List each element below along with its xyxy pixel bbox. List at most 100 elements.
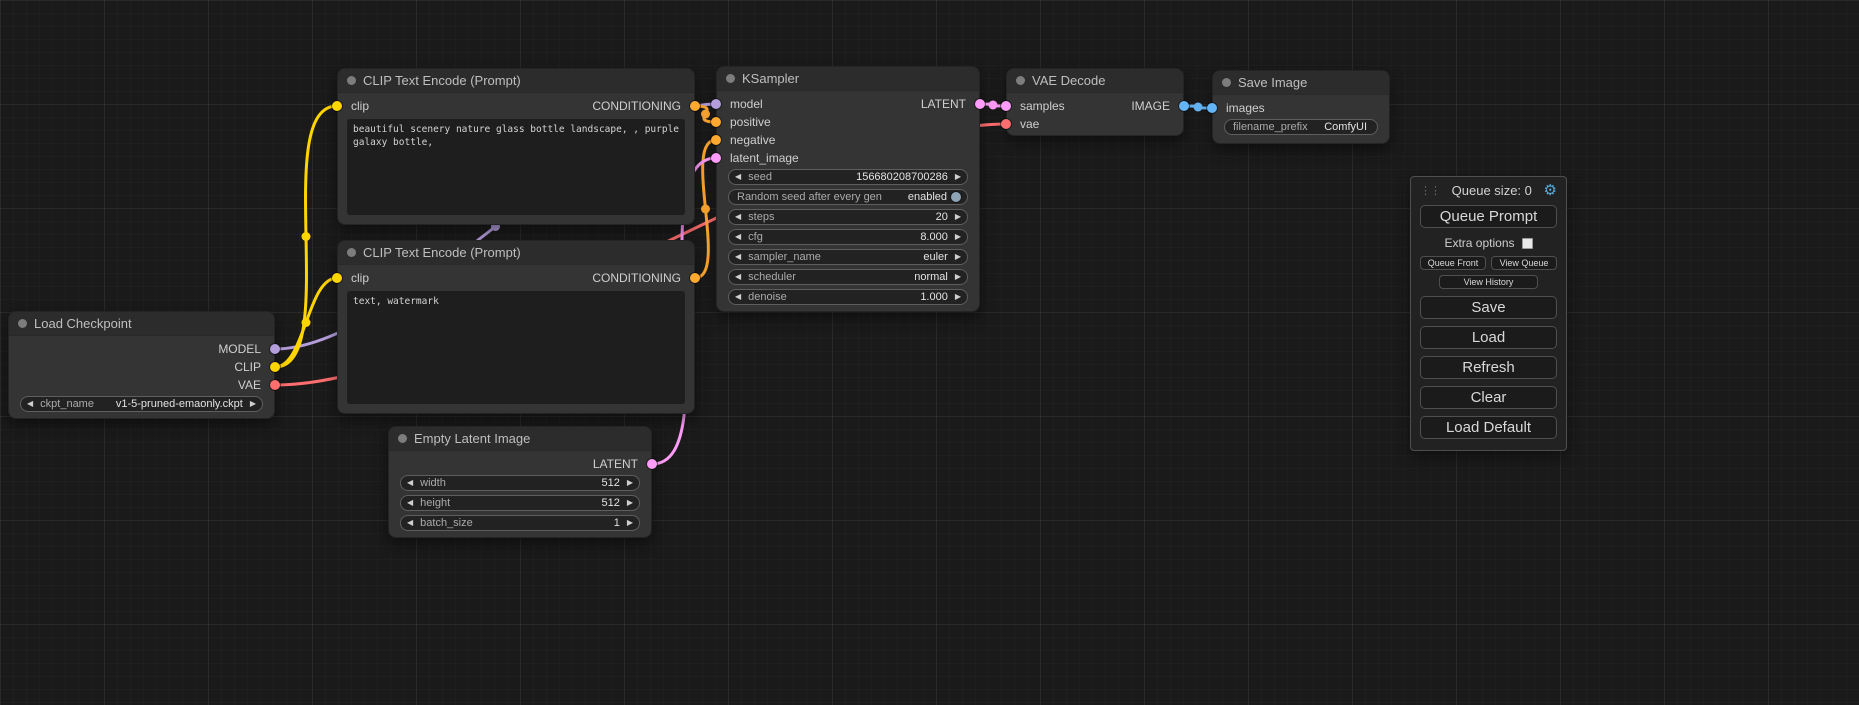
- decrement-icon[interactable]: ◀: [735, 253, 741, 261]
- decrement-icon[interactable]: ◀: [407, 479, 413, 487]
- collapse-dot[interactable]: [347, 248, 356, 257]
- clip-input-port[interactable]: [332, 273, 342, 283]
- node-title-bar[interactable]: VAE Decode: [1007, 69, 1183, 93]
- input-row-negative: negative: [717, 131, 979, 149]
- height-widget[interactable]: ◀ height 512 ▶: [400, 495, 640, 511]
- node-save-image[interactable]: Save Image images filename_prefix ComfyU…: [1212, 70, 1390, 144]
- port-label: clip: [351, 99, 369, 113]
- refresh-button[interactable]: Refresh: [1420, 356, 1557, 379]
- decrement-icon[interactable]: ◀: [735, 173, 741, 181]
- random-seed-widget[interactable]: Random seed after every gen enabled: [728, 189, 968, 205]
- increment-icon[interactable]: ▶: [627, 519, 633, 527]
- node-load-checkpoint[interactable]: Load Checkpoint MODEL CLIP VAE ◀ ckpt_na…: [8, 311, 275, 419]
- node-title-bar[interactable]: Save Image: [1213, 71, 1389, 95]
- widget-label: denoise: [748, 291, 787, 303]
- decrement-icon[interactable]: ◀: [735, 213, 741, 221]
- prompt-textarea[interactable]: beautiful scenery nature glass bottle la…: [347, 119, 685, 215]
- vae-output-port[interactable]: [270, 380, 280, 390]
- decrement-icon[interactable]: ◀: [735, 273, 741, 281]
- increment-icon[interactable]: ▶: [955, 273, 961, 281]
- input-row-positive: positive: [717, 113, 979, 131]
- queue-panel-header: ⋮⋮ Queue size: 0 ⚙: [1420, 183, 1557, 198]
- node-empty-latent-image[interactable]: Empty Latent Image LATENT ◀ width 512 ▶ …: [388, 426, 652, 538]
- conditioning-output-port[interactable]: [690, 273, 700, 283]
- load-button[interactable]: Load: [1420, 326, 1557, 349]
- vae-input-port[interactable]: [1001, 119, 1011, 129]
- sampler-name-widget[interactable]: ◀ sampler_name euler ▶: [728, 249, 968, 265]
- settings-gear-icon[interactable]: ⚙: [1544, 183, 1557, 198]
- queue-front-button[interactable]: Queue Front: [1420, 256, 1486, 270]
- increment-icon[interactable]: ▶: [955, 293, 961, 301]
- collapse-dot[interactable]: [1016, 76, 1025, 85]
- node-ksampler[interactable]: KSampler model LATENT positive negative …: [716, 66, 980, 312]
- collapse-dot[interactable]: [1222, 78, 1231, 87]
- clip-input-port[interactable]: [332, 101, 342, 111]
- view-history-button[interactable]: View History: [1439, 275, 1538, 289]
- increment-icon[interactable]: ▶: [627, 479, 633, 487]
- decrement-icon[interactable]: ◀: [27, 400, 33, 408]
- batch-size-widget[interactable]: ◀ batch_size 1 ▶: [400, 515, 640, 531]
- widget-label: batch_size: [420, 517, 473, 529]
- image-output-port[interactable]: [1179, 101, 1189, 111]
- queue-panel: ⋮⋮ Queue size: 0 ⚙ Queue Prompt Extra op…: [1410, 176, 1567, 451]
- random-seed-toggle-dot[interactable]: [951, 192, 961, 202]
- node-clip-text-encode-negative[interactable]: CLIP Text Encode (Prompt) clip CONDITION…: [337, 240, 695, 414]
- widget-label: seed: [748, 171, 772, 183]
- increment-icon[interactable]: ▶: [955, 233, 961, 241]
- collapse-dot[interactable]: [18, 319, 27, 328]
- widget-value: v1-5-pruned-emaonly.ckpt: [116, 398, 243, 410]
- width-widget[interactable]: ◀ width 512 ▶: [400, 475, 640, 491]
- extra-options-checkbox[interactable]: [1522, 238, 1533, 249]
- graph-canvas[interactable]: Load Checkpoint MODEL CLIP VAE ◀ ckpt_na…: [0, 0, 1859, 705]
- prompt-textarea[interactable]: text, watermark: [347, 291, 685, 404]
- load-default-button[interactable]: Load Default: [1420, 416, 1557, 439]
- port-row-model-latent: model LATENT: [717, 95, 979, 113]
- node-vae-decode[interactable]: VAE Decode samples IMAGE vae: [1006, 68, 1184, 136]
- positive-input-port[interactable]: [711, 117, 721, 127]
- conditioning-output-port[interactable]: [690, 101, 700, 111]
- collapse-dot[interactable]: [398, 434, 407, 443]
- negative-input-port[interactable]: [711, 135, 721, 145]
- collapse-dot[interactable]: [347, 76, 356, 85]
- latent-output-port[interactable]: [975, 99, 985, 109]
- drag-handle-icon[interactable]: ⋮⋮: [1420, 185, 1440, 196]
- decrement-icon[interactable]: ◀: [735, 233, 741, 241]
- latent-output-port[interactable]: [647, 459, 657, 469]
- node-title-bar[interactable]: Empty Latent Image: [389, 427, 651, 451]
- model-input-port[interactable]: [711, 99, 721, 109]
- node-title-bar[interactable]: CLIP Text Encode (Prompt): [338, 241, 694, 265]
- view-queue-button[interactable]: View Queue: [1491, 256, 1557, 270]
- increment-icon[interactable]: ▶: [627, 499, 633, 507]
- increment-icon[interactable]: ▶: [250, 400, 256, 408]
- seed-widget[interactable]: ◀ seed 156680208700286 ▶: [728, 169, 968, 185]
- steps-widget[interactable]: ◀ steps 20 ▶: [728, 209, 968, 225]
- node-title-bar[interactable]: CLIP Text Encode (Prompt): [338, 69, 694, 93]
- port-row-samples-image: samples IMAGE: [1007, 97, 1183, 115]
- node-clip-text-encode-positive[interactable]: CLIP Text Encode (Prompt) clip CONDITION…: [337, 68, 695, 225]
- output-row-vae: VAE: [9, 376, 274, 394]
- cfg-widget[interactable]: ◀ cfg 8.000 ▶: [728, 229, 968, 245]
- ckpt-name-widget[interactable]: ◀ ckpt_name v1-5-pruned-emaonly.ckpt ▶: [20, 396, 263, 412]
- save-button[interactable]: Save: [1420, 296, 1557, 319]
- clip-output-port[interactable]: [270, 362, 280, 372]
- model-output-port[interactable]: [270, 344, 280, 354]
- node-title-bar[interactable]: Load Checkpoint: [9, 312, 274, 336]
- node-title-bar[interactable]: KSampler: [717, 67, 979, 91]
- images-input-port[interactable]: [1207, 103, 1217, 113]
- denoise-widget[interactable]: ◀ denoise 1.000 ▶: [728, 289, 968, 305]
- increment-icon[interactable]: ▶: [955, 173, 961, 181]
- decrement-icon[interactable]: ◀: [735, 293, 741, 301]
- queue-prompt-button[interactable]: Queue Prompt: [1420, 205, 1557, 228]
- port-label: LATENT: [593, 457, 638, 471]
- scheduler-widget[interactable]: ◀ scheduler normal ▶: [728, 269, 968, 285]
- filename-prefix-widget[interactable]: filename_prefix ComfyUI: [1224, 119, 1378, 135]
- clear-button[interactable]: Clear: [1420, 386, 1557, 409]
- increment-icon[interactable]: ▶: [955, 213, 961, 221]
- increment-icon[interactable]: ▶: [955, 253, 961, 261]
- latent-image-input-port[interactable]: [711, 153, 721, 163]
- samples-input-port[interactable]: [1001, 101, 1011, 111]
- collapse-dot[interactable]: [726, 74, 735, 83]
- widget-value: 8.000: [920, 231, 948, 243]
- decrement-icon[interactable]: ◀: [407, 519, 413, 527]
- decrement-icon[interactable]: ◀: [407, 499, 413, 507]
